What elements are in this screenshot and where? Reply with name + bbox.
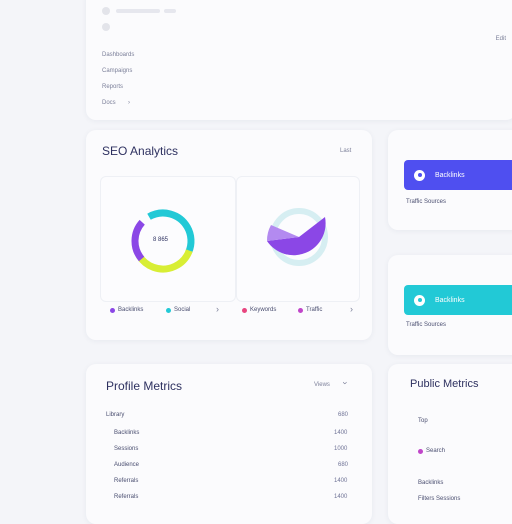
metric-label: Referrals	[114, 494, 139, 500]
list-item[interactable]: Backlinks	[418, 480, 443, 486]
legend-label: Traffic	[306, 307, 323, 313]
list-item[interactable]: Search	[426, 448, 445, 454]
pie-chart	[266, 208, 328, 266]
button-label: Backlinks	[435, 296, 465, 304]
card-title: SEO Analytics	[102, 144, 179, 158]
metric-value: 1400	[334, 494, 348, 500]
card-caption: Traffic Sources	[406, 322, 447, 328]
backlinks-button[interactable]: Backlinks	[404, 285, 512, 315]
period-selector[interactable]: Last	[340, 148, 351, 154]
backlinks-card: Backlinks Traffic Sources	[388, 130, 512, 230]
metric-label: Audience	[114, 462, 140, 468]
user-avatar	[102, 23, 110, 31]
legend-label: Keywords	[250, 307, 277, 313]
seo-analytics-card: SEO Analytics Last 8 865 Backlinks Socia…	[86, 130, 372, 340]
legend-label: Backlinks	[118, 307, 144, 313]
metric-label: Sessions	[114, 446, 139, 452]
metric-label: Backlinks	[114, 430, 140, 436]
menu-item[interactable]: Dashboards	[102, 52, 134, 58]
metric-label: Referrals	[114, 478, 139, 484]
donut-panel: 8 865	[100, 176, 236, 302]
list-item[interactable]: Top	[418, 418, 428, 424]
legend-dot	[110, 308, 115, 313]
play-icon	[414, 294, 425, 306]
edit-link[interactable]: Edit	[496, 36, 506, 42]
play-icon	[414, 169, 425, 181]
profile-metrics-card: Profile Metrics Views › Library 680 Back…	[86, 364, 372, 524]
user-avatar	[102, 7, 110, 15]
placeholder-line	[116, 9, 160, 13]
backlinks-button[interactable]: Backlinks	[404, 160, 512, 190]
metric-value: 1400	[334, 478, 348, 484]
views-selector[interactable]: Views	[314, 382, 330, 388]
menu-item[interactable]: Campaigns	[102, 68, 132, 74]
button-label: Backlinks	[435, 171, 465, 179]
legend-dot	[298, 308, 303, 313]
placeholder-line	[164, 9, 176, 13]
pie-panel	[236, 176, 360, 302]
chevron-right-icon[interactable]: ›	[350, 304, 353, 314]
card-caption: Traffic Sources	[406, 199, 447, 205]
legend-dot	[166, 308, 171, 313]
legend-label: Social	[174, 307, 191, 313]
menu-item[interactable]: Docs	[102, 100, 116, 106]
card-title: Profile Metrics	[106, 379, 183, 393]
metric-value: 680	[338, 462, 349, 468]
chevron-right-icon: ›	[128, 100, 130, 106]
top-card: Dashboards Campaigns Reports Docs › Edit	[86, 0, 512, 120]
chevron-right-icon[interactable]: ›	[216, 304, 219, 314]
menu-item[interactable]: Reports	[102, 84, 123, 90]
list-item[interactable]: Filters Sessions	[418, 496, 460, 502]
metric-value: 1400	[334, 430, 348, 436]
metric-value: 680	[338, 412, 349, 418]
metric-label: Library	[106, 412, 125, 418]
metric-value: 1000	[334, 446, 348, 452]
card-title: Public Metrics	[410, 378, 479, 390]
legend-dot	[242, 308, 247, 313]
status-dot	[418, 449, 423, 454]
chevron-down-icon[interactable]: ›	[341, 382, 351, 385]
public-metrics-card: Public Metrics Top Search Backlinks Filt…	[388, 364, 512, 524]
backlinks-card-secondary: Backlinks Traffic Sources	[388, 255, 512, 355]
donut-center-value: 8 865	[153, 237, 169, 243]
